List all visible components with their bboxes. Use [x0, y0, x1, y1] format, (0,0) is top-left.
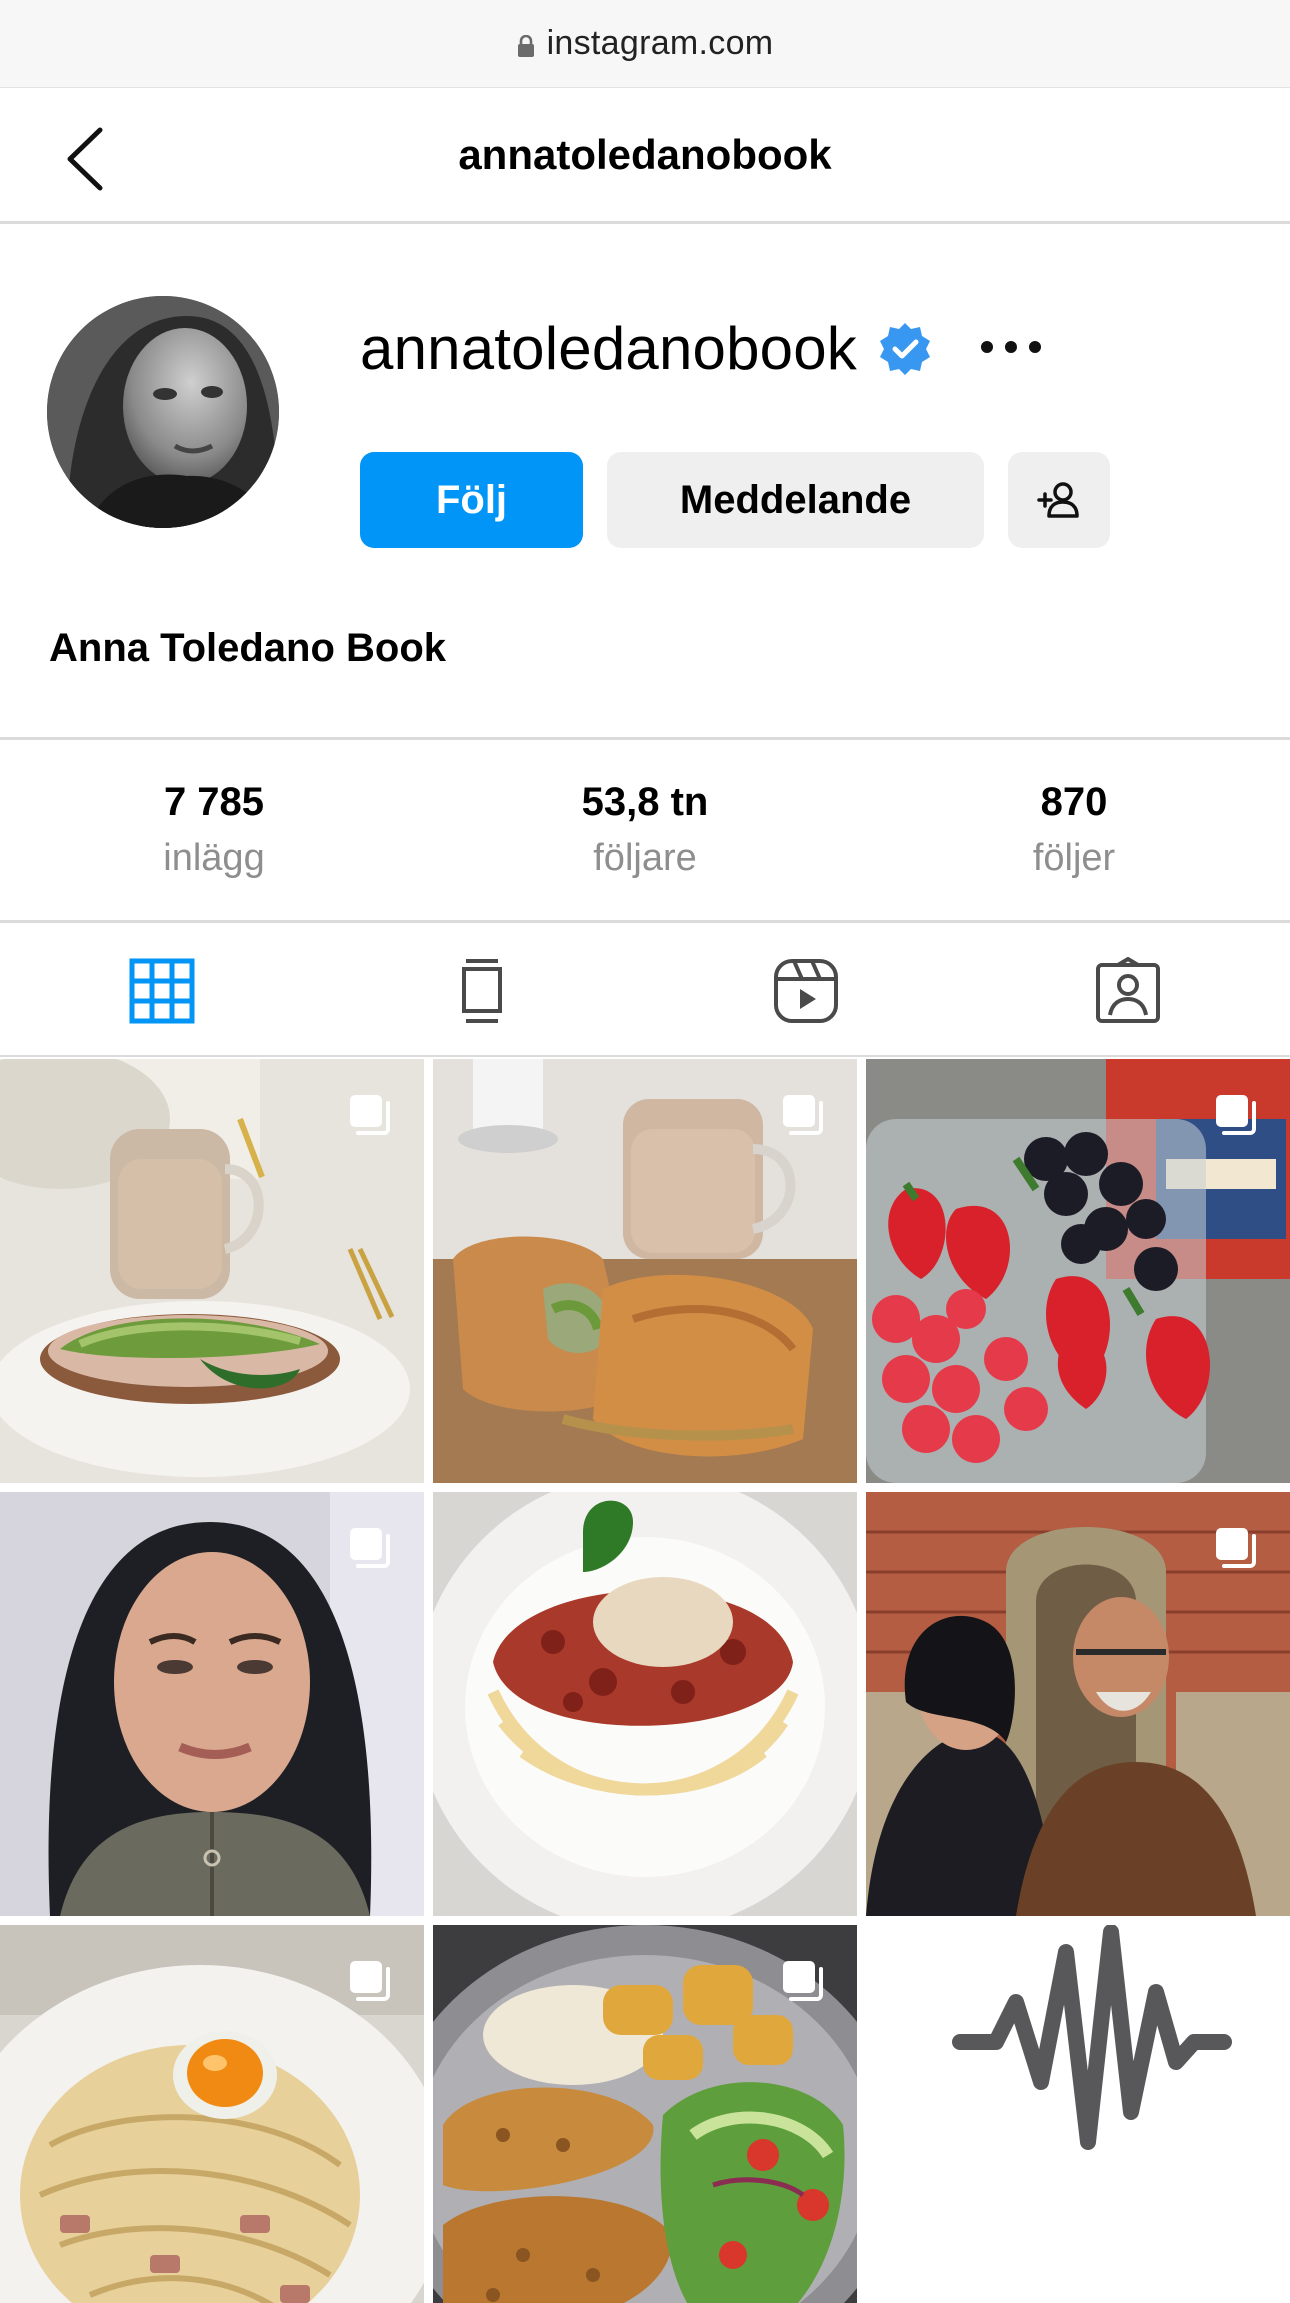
stat-label: följare: [593, 837, 697, 879]
profile-stats: 7 785 inlägg 53,8 tn följare 870 följer: [0, 737, 1290, 923]
profile-tabs: [0, 923, 1290, 1057]
multi-photo-icon: [350, 1961, 390, 2001]
post-image: [433, 1492, 857, 1916]
username-row: annatoledanobook: [360, 314, 933, 383]
feed-icon[interactable]: [448, 957, 516, 1025]
audio-waveform-icon: [866, 1925, 1290, 2303]
multi-photo-icon: [1216, 1095, 1256, 1135]
add-user-icon: [1037, 482, 1079, 518]
top-nav-bar: annatoledanobook: [0, 88, 1290, 224]
post-tile[interactable]: [866, 1492, 1290, 1916]
multi-photo-icon: [783, 1961, 823, 2001]
profile-full-name: Anna Toledano Book: [49, 626, 447, 670]
url-text: instagram.com: [546, 24, 774, 62]
browser-url-bar[interactable]: instagram.com: [0, 0, 1290, 88]
post-tile[interactable]: [433, 1492, 857, 1916]
stat-following[interactable]: 870 följer: [924, 780, 1224, 880]
more-options-icon[interactable]: [978, 332, 1044, 362]
multi-photo-icon: [350, 1095, 390, 1135]
lock-icon: [517, 34, 534, 57]
avatar[interactable]: [47, 296, 279, 528]
stat-followers[interactable]: 53,8 tn följare: [495, 780, 795, 880]
stat-value: 7 785: [163, 780, 265, 824]
multi-photo-icon: [1216, 1528, 1256, 1568]
back-chevron-icon[interactable]: [60, 124, 120, 194]
suggest-user-button[interactable]: [1008, 452, 1110, 548]
message-button[interactable]: Meddelande: [607, 452, 984, 548]
follow-button[interactable]: Följ: [360, 452, 583, 548]
post-tile[interactable]: [866, 1059, 1290, 1483]
multi-photo-icon: [350, 1528, 390, 1568]
grid-icon[interactable]: [128, 957, 196, 1025]
stat-label: följer: [1032, 837, 1116, 879]
post-tile[interactable]: [866, 1925, 1290, 2303]
profile-username: annatoledanobook: [360, 315, 857, 382]
reels-icon[interactable]: [772, 957, 840, 1025]
post-tile[interactable]: [0, 1925, 424, 2303]
verified-badge-icon: [880, 322, 930, 375]
tagged-icon[interactable]: [1094, 957, 1162, 1025]
post-tile[interactable]: [0, 1059, 424, 1483]
post-tile[interactable]: [433, 1059, 857, 1483]
stat-posts[interactable]: 7 785 inlägg: [64, 780, 364, 880]
multi-photo-icon: [783, 1095, 823, 1135]
post-tile[interactable]: [0, 1492, 424, 1916]
post-tile[interactable]: [433, 1925, 857, 2303]
stat-value: 870: [1040, 780, 1108, 824]
page-title: annatoledanobook: [458, 130, 832, 178]
stat-value: 53,8 tn: [581, 780, 709, 824]
stat-label: inlägg: [163, 837, 265, 879]
